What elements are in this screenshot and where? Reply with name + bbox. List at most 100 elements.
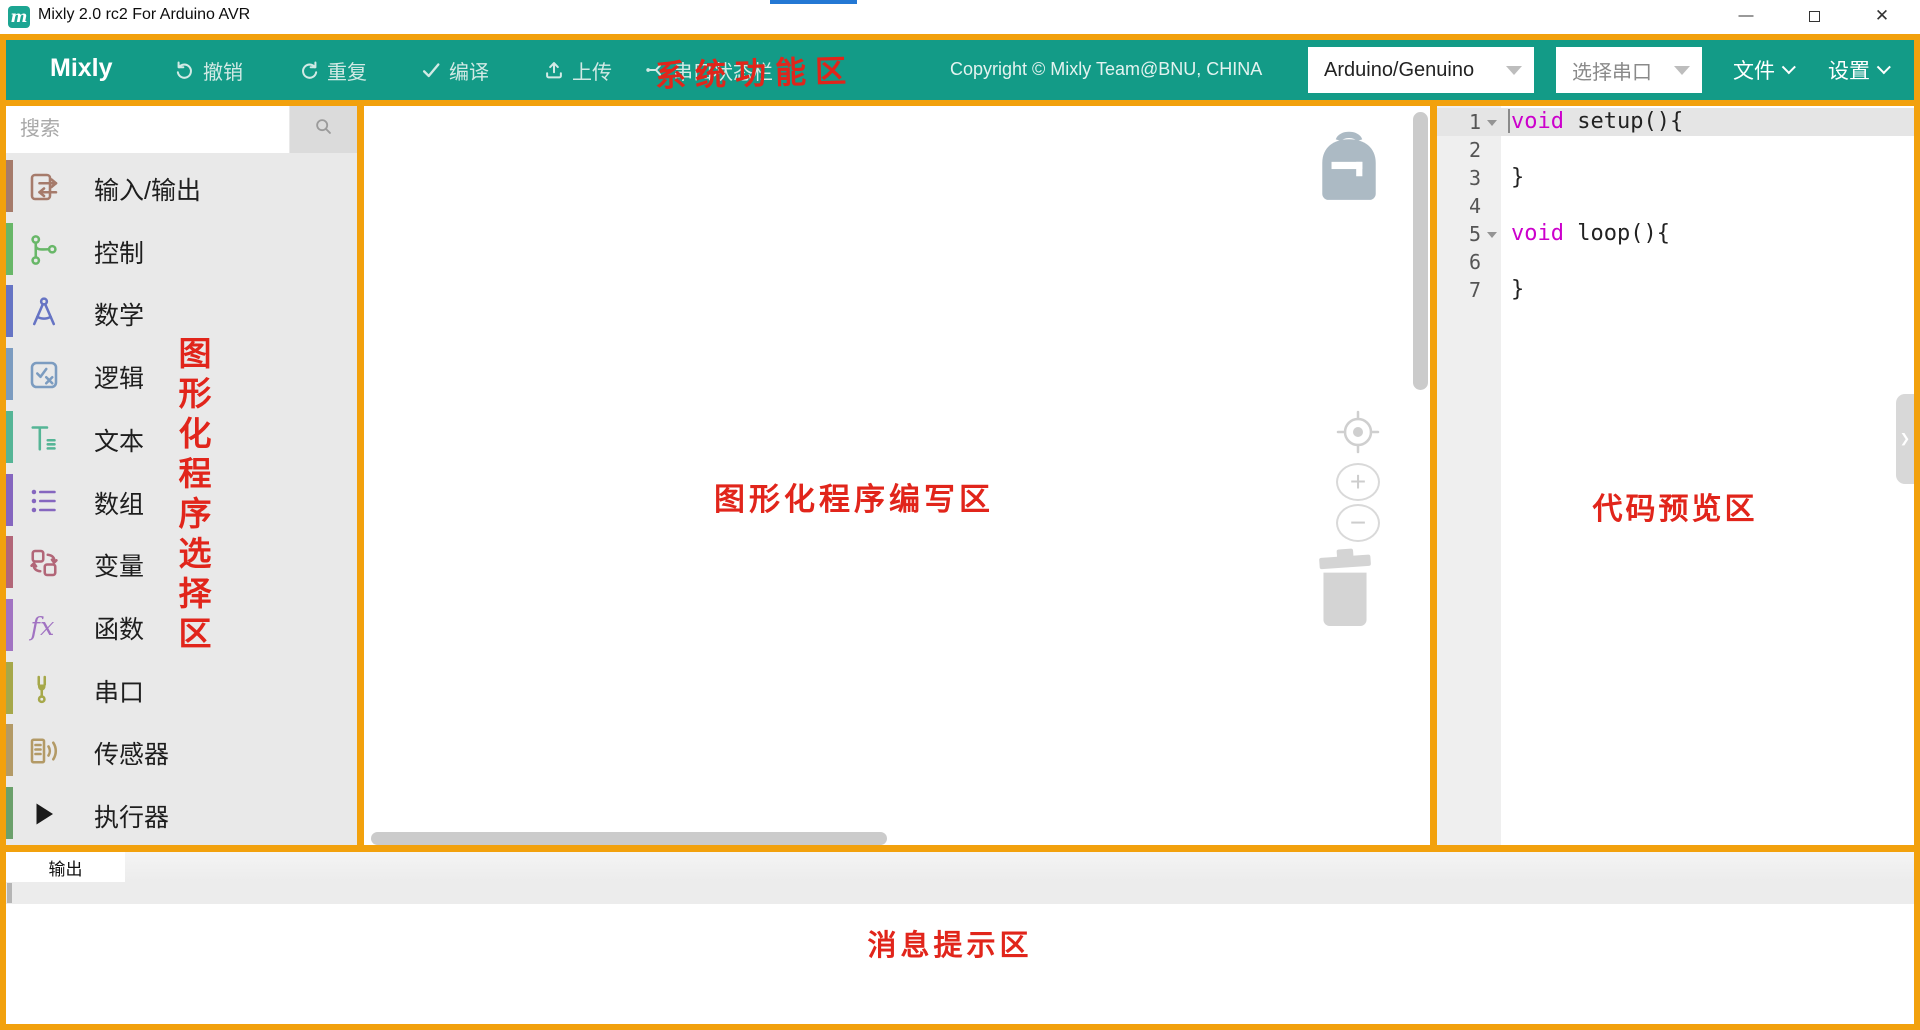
svg-text:fx: fx (29, 612, 55, 642)
category-label: 控制 (94, 234, 144, 270)
line-number: 3 (1437, 164, 1481, 192)
check-icon (420, 59, 442, 81)
undo-label: 撤销 (203, 56, 243, 85)
file-menu[interactable]: 文件 (1733, 40, 1791, 100)
search-input[interactable] (6, 106, 289, 153)
port-select[interactable]: 选择串口 (1556, 47, 1702, 93)
fold-arrow-icon[interactable] (1487, 120, 1497, 126)
code-line-3: 3} (1437, 164, 1914, 192)
category-color-bar (6, 348, 13, 400)
category-color-bar (6, 662, 13, 714)
category-label: 函数 (94, 610, 144, 646)
block-palette-sidebar: 输入/输出 控制 数学 逻辑 文本 数组 变量 fx 函数 串口 传感器 (6, 106, 357, 845)
collapse-panel-tab[interactable]: ❯ (1896, 394, 1914, 484)
chevron-down-icon (1782, 60, 1796, 74)
category-color-bar (6, 285, 13, 337)
line-number: 4 (1437, 192, 1481, 220)
line-number: 6 (1437, 248, 1481, 276)
line-number: 7 (1437, 276, 1481, 304)
board-select[interactable]: Arduino/Genuino (1308, 47, 1534, 93)
sensor-icon (26, 733, 62, 769)
chevron-down-icon (1877, 60, 1891, 74)
serial-status-button[interactable]: 串口状态栏 (644, 40, 773, 100)
sidebar-item-actuator[interactable]: 执行器 (6, 782, 357, 844)
zoom-in-button[interactable]: + (1336, 463, 1380, 501)
compile-button[interactable]: 编译 (420, 40, 489, 100)
undo-icon (174, 59, 196, 81)
system-toolbar: Mixly 撤销 重复 编译 上传 串口状态栏 Copyright © Mixl… (6, 40, 1914, 100)
sidebar-item-function[interactable]: fx 函数 (6, 594, 357, 656)
trash-icon[interactable] (1312, 548, 1378, 633)
sidebar-item-text[interactable]: 文本 (6, 406, 357, 468)
category-color-bar (6, 724, 13, 776)
text-cursor (1508, 109, 1510, 133)
maximize-button[interactable] (1791, 0, 1837, 33)
close-button[interactable]: ✕ (1859, 0, 1905, 33)
compile-label: 编译 (449, 56, 489, 85)
block-workspace[interactable]: + − (364, 106, 1430, 845)
code-text: void loop(){ (1511, 220, 1670, 248)
output-tab-bar (6, 852, 1914, 882)
list-icon (26, 483, 62, 519)
top-accent-bar (770, 0, 857, 4)
settings-menu[interactable]: 设置 (1828, 40, 1886, 100)
io-icon (26, 169, 62, 205)
undo-button[interactable]: 撤销 (174, 40, 243, 100)
sidebar-item-array[interactable]: 数组 (6, 469, 357, 531)
category-label: 变量 (94, 547, 144, 583)
upload-icon (543, 59, 565, 81)
serial-status-icon (644, 59, 666, 81)
close-icon: ✕ (1875, 6, 1889, 25)
compass-icon (26, 294, 62, 330)
fx-icon: fx (26, 608, 62, 644)
port-select-value: 选择串口 (1572, 56, 1652, 85)
redo-icon (298, 59, 320, 81)
vertical-scrollbar[interactable] (1413, 112, 1428, 390)
sidebar-item-serial[interactable]: 串口 (6, 657, 357, 719)
code-text: } (1511, 164, 1524, 192)
text-icon (26, 420, 62, 456)
horizontal-scrollbar[interactable] (371, 832, 887, 845)
title-bar: m Mixly 2.0 rc2 For Arduino AVR — ✕ (0, 0, 1920, 34)
redo-label: 重复 (327, 56, 367, 85)
category-label: 数学 (94, 296, 144, 332)
fold-arrow-icon[interactable] (1487, 232, 1497, 238)
minimize-button[interactable]: — (1723, 0, 1769, 33)
sidebar-item-control[interactable]: 控制 (6, 218, 357, 280)
line-number: 5 (1437, 220, 1481, 248)
locate-icon[interactable] (1334, 408, 1382, 461)
checkbox-icon (26, 357, 62, 393)
code-line-5: 5 void loop(){ (1437, 220, 1914, 248)
swap-icon (26, 545, 62, 581)
tab-output[interactable]: 输出 (6, 852, 125, 882)
message-panel: 输出 (6, 852, 1914, 1024)
window-title: Mixly 2.0 rc2 For Arduino AVR (38, 6, 250, 24)
code-preview-panel: 1void setup(){23}45void loop(){67} ❯ (1437, 106, 1914, 845)
sidebar-item-math[interactable]: 数学 (6, 280, 357, 342)
search-button[interactable] (290, 106, 357, 153)
code-line-7: 7} (1437, 276, 1914, 304)
sidebar-item-sensor[interactable]: 传感器 (6, 719, 357, 781)
upload-button[interactable]: 上传 (543, 40, 612, 100)
copyright-text: Copyright © Mixly Team@BNU, CHINA (950, 59, 1262, 80)
mixly-logo-icon: m (8, 6, 30, 28)
category-label: 文本 (94, 422, 144, 458)
search-icon (313, 116, 335, 143)
brand-label[interactable]: Mixly (50, 54, 113, 83)
output-tab-label: 输出 (49, 855, 83, 880)
category-color-bar (6, 223, 13, 275)
minimize-icon: — (1739, 7, 1754, 24)
branch-icon (26, 232, 62, 268)
redo-button[interactable]: 重复 (298, 40, 367, 100)
chevron-down-icon (1506, 66, 1522, 75)
code-line-2: 2 (1437, 136, 1914, 164)
code-line-4: 4 (1437, 192, 1914, 220)
chevron-down-icon (1674, 66, 1690, 75)
code-text: void setup(){ (1511, 108, 1683, 136)
zoom-out-button[interactable]: − (1336, 504, 1380, 542)
sidebar-item-logic[interactable]: 逻辑 (6, 343, 357, 405)
output-caret (7, 883, 12, 903)
sidebar-item-variable[interactable]: 变量 (6, 531, 357, 593)
sidebar-item-io[interactable]: 输入/输出 (6, 155, 357, 217)
backpack-icon[interactable] (1316, 130, 1382, 209)
